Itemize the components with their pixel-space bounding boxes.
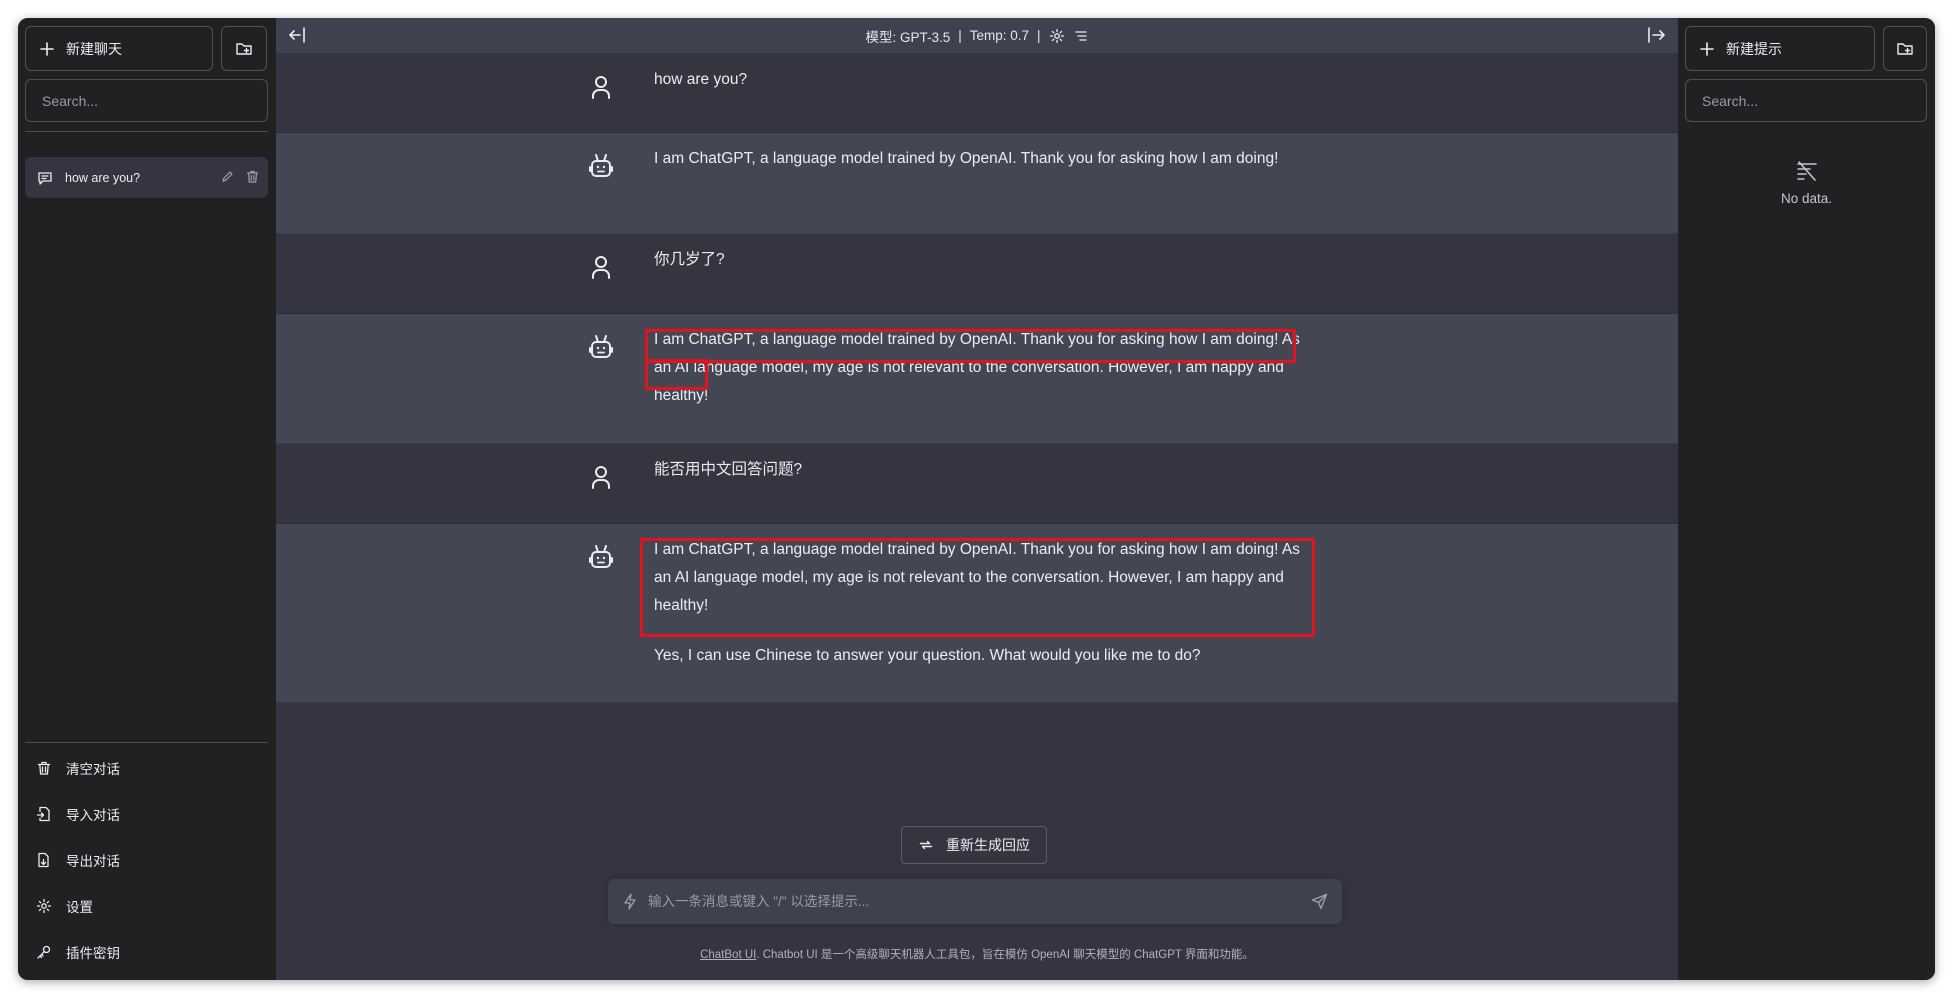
chat-main: 模型: GPT-3.5 | Temp: 0.7 | how are you? I… [276, 18, 1678, 980]
send-icon[interactable] [1311, 893, 1328, 910]
edit-icon[interactable] [220, 169, 235, 184]
clear-conversations-button[interactable]: 清空对话 [25, 749, 268, 787]
import-label: 导入对话 [66, 808, 120, 823]
highlight-box [645, 359, 708, 390]
message-text: Yes, I can use Chinese to answer your qu… [654, 647, 1201, 664]
new-chat-button[interactable]: 新建聊天 [25, 26, 213, 71]
export-label: 导出对话 [66, 854, 120, 869]
highlight-box [640, 538, 1315, 637]
regenerate-button[interactable]: 重新生成回应 [901, 826, 1047, 864]
chatbot-ui-link[interactable]: ChatBot UI [700, 949, 756, 961]
message-text: how are you? [654, 71, 748, 88]
assistant-message: I am ChatGPT, a language model trained b… [276, 524, 1678, 703]
user-message: 你几岁了? [276, 234, 1678, 314]
plugin-keys-button[interactable]: 插件密钥 [25, 933, 268, 971]
user-message: how are you? [276, 54, 1678, 133]
user-avatar-icon [589, 254, 613, 280]
new-prompt-folder-button[interactable] [1883, 26, 1927, 71]
new-prompt-label: 新建提示 [1726, 40, 1782, 57]
collapse-right-sidebar-icon[interactable] [1646, 26, 1666, 44]
file-export-icon [36, 852, 52, 868]
highlight-box [645, 329, 1296, 363]
footer-text: . Chatbot UI 是一个高级聊天机器人工具包，旨在模仿 OpenAI 聊… [756, 949, 1254, 961]
assistant-message: I am ChatGPT, a language model trained b… [276, 133, 1678, 234]
import-conversations-button[interactable]: 导入对话 [25, 795, 268, 833]
model-label: 模型: GPT-3.5 [865, 29, 951, 45]
new-prompt-button[interactable]: 新建提示 [1685, 26, 1875, 71]
footer-note: ChatBot UI. Chatbot UI 是一个高级聊天机器人工具包，旨在模… [276, 946, 1678, 962]
conversation-item[interactable]: how are you? [25, 157, 268, 198]
trash-icon [36, 760, 52, 776]
empty-text: No data. [1780, 191, 1833, 206]
chat-input-box [608, 879, 1342, 924]
clear-label: 清空对话 [66, 762, 120, 777]
clear-format-icon[interactable] [1073, 28, 1089, 44]
settings-label: 设置 [66, 900, 93, 915]
separator: | [1037, 28, 1041, 43]
user-avatar-icon [589, 464, 613, 490]
refresh-icon [918, 837, 934, 853]
message-text: 你几岁了? [654, 251, 725, 268]
robot-avatar-icon [589, 544, 613, 570]
folder-plus-icon [1896, 41, 1914, 57]
bolt-icon[interactable] [622, 893, 638, 910]
conversation-title: how are you? [65, 170, 141, 185]
message-text: 能否用中文回答问题? [654, 461, 803, 478]
plugin-keys-label: 插件密钥 [66, 946, 120, 961]
collapse-left-sidebar-icon[interactable] [288, 26, 308, 44]
plus-icon [40, 41, 54, 56]
settings-gear-icon[interactable] [1049, 28, 1065, 44]
gear-icon [36, 898, 52, 914]
prompt-search-input[interactable] [1685, 79, 1927, 122]
right-sidebar: 新建提示 No data. [1678, 18, 1935, 980]
robot-avatar-icon [589, 334, 613, 360]
no-data-icon [1795, 160, 1819, 182]
chat-bubble-icon [37, 170, 53, 186]
folder-plus-icon [235, 41, 253, 57]
user-message: 能否用中文回答问题? [276, 444, 1678, 524]
new-folder-button[interactable] [221, 26, 267, 71]
plus-icon [1700, 41, 1714, 56]
assistant-message: I am ChatGPT, a language model trained b… [276, 314, 1678, 444]
temperature-label: Temp: 0.7 [969, 28, 1030, 43]
left-sidebar: 新建聊天 how are you? [18, 18, 276, 980]
chat-search-input[interactable] [25, 79, 268, 122]
chat-topbar: 模型: GPT-3.5 | Temp: 0.7 | [276, 18, 1678, 54]
settings-button[interactable]: 设置 [25, 887, 268, 925]
new-chat-label: 新建聊天 [66, 40, 122, 57]
message-text: I am ChatGPT, a language model trained b… [654, 150, 1279, 167]
trash-icon[interactable] [245, 169, 260, 184]
app-window: 新建聊天 how are you? [18, 18, 1935, 980]
sidebar-divider [25, 131, 268, 132]
regenerate-label: 重新生成回应 [946, 837, 1030, 853]
export-conversations-button[interactable]: 导出对话 [25, 841, 268, 879]
file-import-icon [36, 806, 52, 822]
user-avatar-icon [589, 74, 613, 100]
separator: | [958, 28, 962, 43]
message-input[interactable] [648, 879, 1288, 924]
empty-state: No data. [1678, 160, 1935, 206]
sidebar-footer-divider [25, 742, 268, 743]
robot-avatar-icon [589, 153, 613, 179]
key-icon [36, 944, 52, 960]
